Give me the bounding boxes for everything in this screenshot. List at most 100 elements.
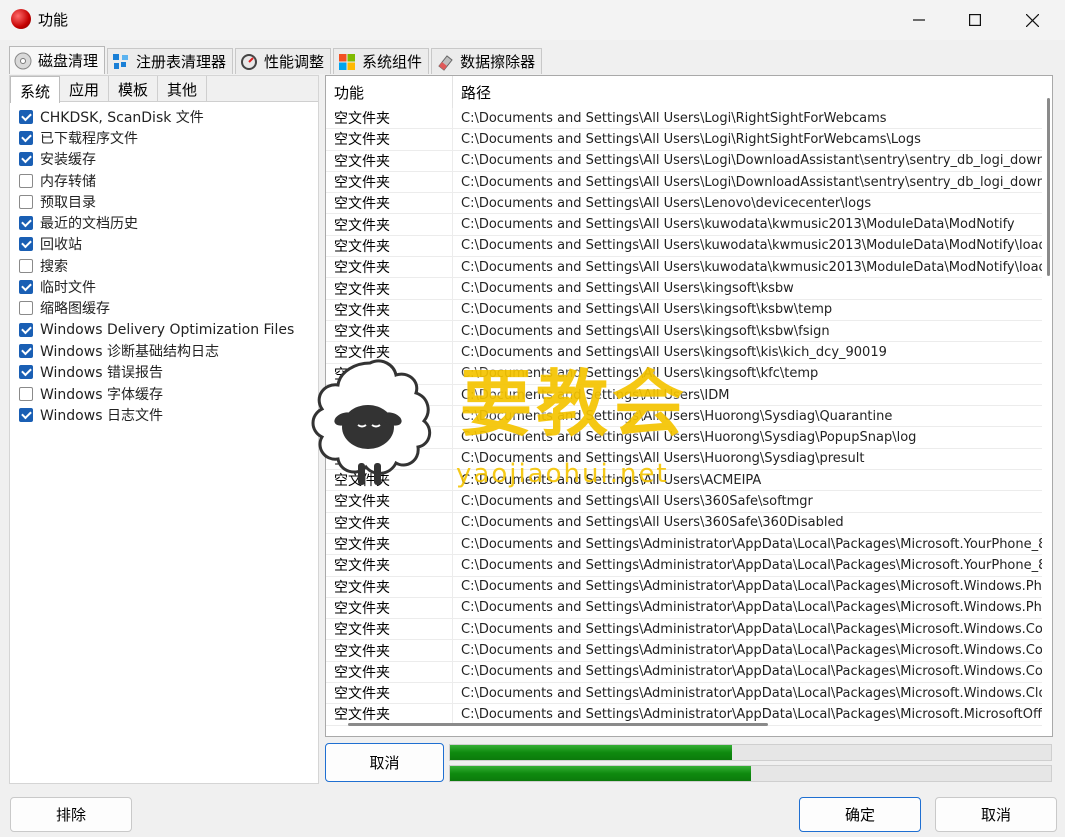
checkbox[interactable] bbox=[19, 301, 33, 316]
cell-function: 空文件夹 bbox=[326, 555, 453, 576]
table-row[interactable]: 空文件夹 C:\Documents and Settings\All Users\… bbox=[326, 193, 1042, 215]
table-row[interactable]: 空文件夹 C:\Documents and Settings\All Users\… bbox=[326, 363, 1042, 385]
table-row[interactable]: 空文件夹 C:\Documents and Settings\All Users\… bbox=[326, 470, 1042, 492]
table-row[interactable]: 空文件夹 C:\Documents and Settings\All Users\… bbox=[326, 278, 1042, 300]
checkbox[interactable] bbox=[19, 109, 33, 124]
maximize-button[interactable] bbox=[949, 0, 1001, 40]
checkbox[interactable] bbox=[19, 173, 33, 188]
checkbox[interactable] bbox=[19, 365, 33, 380]
horizontal-scrollbar[interactable] bbox=[348, 723, 768, 726]
table-row[interactable]: 空文件夹 C:\Documents and Settings\All Users\… bbox=[326, 406, 1042, 428]
cell-function: 空文件夹 bbox=[326, 299, 453, 320]
cancel-button[interactable]: 取消 bbox=[935, 797, 1057, 832]
table-row[interactable]: 空文件夹 C:\Documents and Settings\All Users\… bbox=[326, 235, 1042, 258]
table-row[interactable]: 空文件夹 C:\Documents and Settings\Administra… bbox=[326, 683, 1042, 705]
check-item[interactable]: 预取目录 bbox=[10, 191, 318, 212]
table-row[interactable]: 空文件夹 C:\Documents and Settings\All Users\… bbox=[326, 257, 1042, 279]
ok-button[interactable]: 确定 bbox=[799, 797, 921, 832]
cell-path: C:\Documents and Settings\Administrator\… bbox=[461, 664, 1042, 680]
cell-function: 空文件夹 bbox=[326, 512, 453, 533]
table-row[interactable]: 空文件夹 C:\Documents and Settings\All Users\… bbox=[326, 448, 1042, 471]
subtab-other[interactable]: 其他 bbox=[158, 76, 208, 101]
check-item-label: Windows 日志文件 bbox=[40, 407, 163, 424]
check-item-label: Windows Delivery Optimization Files bbox=[40, 321, 295, 338]
minimize-button[interactable] bbox=[893, 0, 945, 40]
check-item[interactable]: Windows 错误报告 bbox=[10, 362, 318, 383]
table-row[interactable]: 空文件夹 C:\Documents and Settings\All Users\… bbox=[326, 512, 1042, 534]
subtab-apps[interactable]: 应用 bbox=[60, 76, 110, 101]
table-row[interactable]: 空文件夹 C:\Documents and Settings\All Users\… bbox=[326, 214, 1042, 236]
close-button[interactable] bbox=[1006, 0, 1058, 40]
subtab-system[interactable]: 系统 bbox=[10, 76, 61, 103]
tab-data-eraser[interactable]: 数据擦除器 bbox=[431, 48, 543, 74]
check-item[interactable]: 缩略图缓存 bbox=[10, 298, 318, 319]
check-item[interactable]: 已下载程序文件 bbox=[10, 127, 318, 148]
checkbox[interactable] bbox=[19, 280, 33, 295]
subtab-templates[interactable]: 模板 bbox=[109, 76, 159, 101]
checkbox[interactable] bbox=[19, 386, 33, 401]
results-table[interactable]: 功能 路径 空文件夹 C:\Documents and Settings\All … bbox=[325, 75, 1053, 737]
cell-path: C:\Documents and Settings\All Users\Logi… bbox=[461, 131, 921, 147]
checkbox[interactable] bbox=[19, 130, 33, 145]
checkbox[interactable] bbox=[19, 152, 33, 167]
table-row[interactable]: 空文件夹 C:\Documents and Settings\All Users\… bbox=[326, 299, 1042, 321]
cell-path: C:\Documents and Settings\All Users\kuwo… bbox=[461, 217, 1015, 233]
column-header-function[interactable]: 功能 bbox=[326, 76, 453, 108]
checkbox[interactable] bbox=[19, 258, 33, 273]
check-item[interactable]: 最近的文档历史 bbox=[10, 212, 318, 233]
table-row[interactable]: 空文件夹 C:\Documents and Settings\All Users\… bbox=[326, 171, 1042, 194]
check-item-label: 缩略图缓存 bbox=[40, 301, 110, 318]
table-row[interactable]: 空文件夹 C:\Documents and Settings\Administra… bbox=[326, 597, 1042, 620]
table-row[interactable]: 空文件夹 C:\Documents and Settings\All Users\… bbox=[326, 150, 1042, 172]
checkbox[interactable] bbox=[19, 194, 33, 209]
title-bar: 功能 bbox=[0, 0, 1065, 40]
table-row[interactable]: 空文件夹 C:\Documents and Settings\All Users\… bbox=[326, 427, 1042, 449]
table-row[interactable]: 空文件夹 C:\Documents and Settings\Administra… bbox=[326, 619, 1042, 641]
tab-registry-cleaner[interactable]: 注册表清理器 bbox=[107, 48, 234, 74]
tab-label: 性能调整 bbox=[264, 53, 325, 71]
checkbox[interactable] bbox=[19, 343, 33, 358]
table-row[interactable]: 空文件夹 C:\Documents and Settings\Administra… bbox=[326, 533, 1042, 556]
vertical-scrollbar[interactable] bbox=[1047, 98, 1050, 276]
check-item[interactable]: Windows 字体缓存 bbox=[10, 383, 318, 404]
table-row[interactable]: 空文件夹 C:\Documents and Settings\All Users\… bbox=[326, 384, 1042, 407]
cell-path: C:\Documents and Settings\All Users\Leno… bbox=[461, 195, 872, 211]
checkbox[interactable] bbox=[19, 237, 33, 252]
check-item[interactable]: 搜索 bbox=[10, 255, 318, 276]
table-row[interactable]: 空文件夹 C:\Documents and Settings\All Users\… bbox=[326, 320, 1042, 343]
column-header-path[interactable]: 路径 bbox=[453, 76, 491, 108]
cell-function: 空文件夹 bbox=[326, 235, 453, 257]
cell-path: C:\Documents and Settings\All Users\kuwo… bbox=[461, 259, 1042, 275]
check-item[interactable]: Windows 日志文件 bbox=[10, 404, 318, 425]
tab-system-components[interactable]: 系统组件 bbox=[333, 48, 430, 74]
table-row[interactable]: 空文件夹 C:\Documents and Settings\All Users\… bbox=[326, 129, 1042, 151]
check-item[interactable]: CHKDSK, ScanDisk 文件 bbox=[10, 106, 318, 127]
registry-icon bbox=[112, 53, 130, 71]
tab-disk-cleanup[interactable]: 磁盘清理 bbox=[9, 46, 106, 74]
table-row[interactable]: 空文件夹 C:\Documents and Settings\Administra… bbox=[326, 555, 1042, 577]
checkbox[interactable] bbox=[19, 407, 33, 422]
table-row[interactable]: 空文件夹 C:\Documents and Settings\Administra… bbox=[326, 576, 1042, 598]
cell-function: 空文件夹 bbox=[326, 150, 453, 171]
check-item[interactable]: 安装缓存 bbox=[10, 149, 318, 170]
check-item[interactable]: 内存转储 bbox=[10, 170, 318, 191]
checkbox[interactable] bbox=[19, 216, 33, 231]
check-item-label: 已下载程序文件 bbox=[40, 130, 138, 147]
check-item[interactable]: 临时文件 bbox=[10, 276, 318, 297]
checkbox[interactable] bbox=[19, 322, 33, 337]
check-item-label: Windows 错误报告 bbox=[40, 365, 163, 382]
table-row[interactable]: 空文件夹 C:\Documents and Settings\Administra… bbox=[326, 661, 1042, 684]
table-row[interactable]: 空文件夹 C:\Documents and Settings\All Users\… bbox=[326, 342, 1042, 364]
tab-performance[interactable]: 性能调整 bbox=[235, 48, 332, 74]
table-row[interactable]: 空文件夹 C:\Documents and Settings\All Users\… bbox=[326, 491, 1042, 513]
table-row[interactable]: 空文件夹 C:\Documents and Settings\Administra… bbox=[326, 640, 1042, 662]
exclude-button[interactable]: 排除 bbox=[10, 797, 132, 832]
check-item[interactable]: Windows Delivery Optimization Files bbox=[10, 319, 318, 340]
check-item[interactable]: Windows 诊断基础结构日志 bbox=[10, 340, 318, 361]
table-row[interactable]: 空文件夹 C:\Documents and Settings\All Users\… bbox=[326, 108, 1042, 130]
check-item-label: 预取目录 bbox=[40, 194, 96, 211]
cancel-scan-button[interactable]: 取消 bbox=[325, 743, 444, 782]
cell-function: 空文件夹 bbox=[326, 704, 453, 725]
check-item[interactable]: 回收站 bbox=[10, 234, 318, 255]
check-item-label: 临时文件 bbox=[40, 280, 96, 297]
